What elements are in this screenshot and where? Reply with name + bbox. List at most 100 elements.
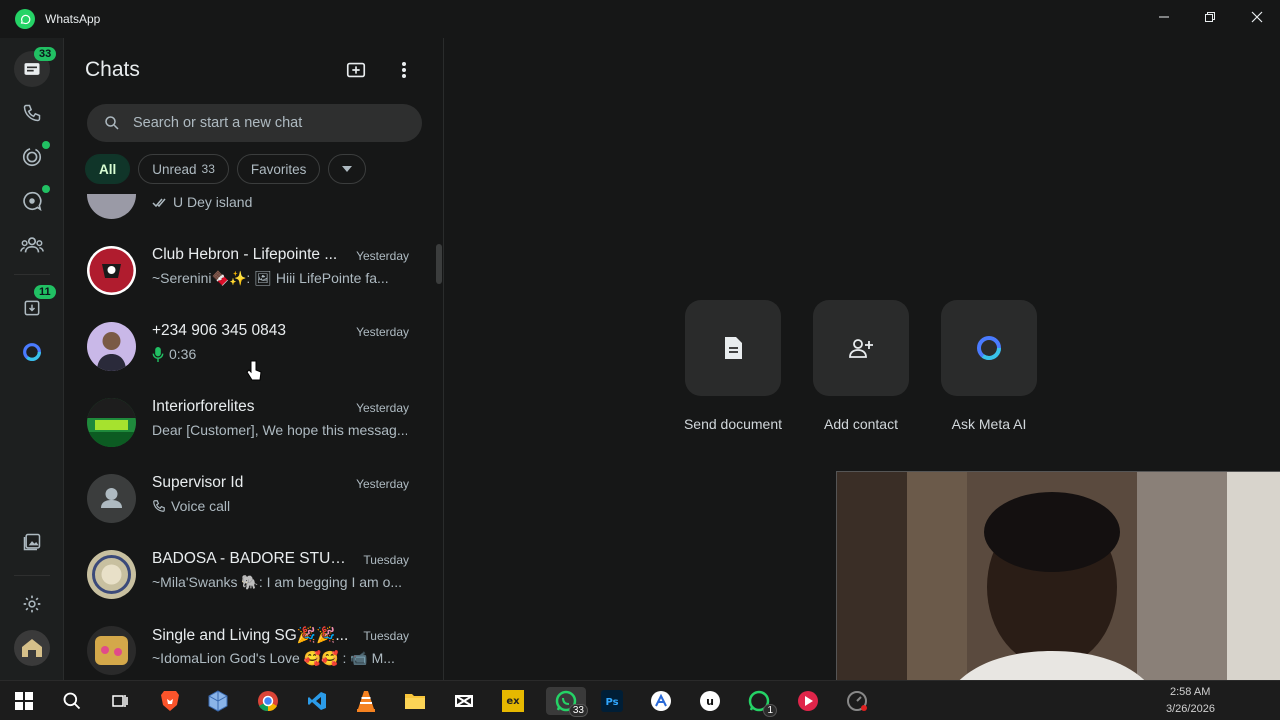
- filter-unread[interactable]: Unread 33: [138, 154, 229, 184]
- capcut-button[interactable]: [448, 687, 480, 715]
- menu-button[interactable]: [392, 58, 416, 82]
- avatar: [87, 550, 136, 599]
- filter-favorites[interactable]: Favorites: [236, 154, 321, 184]
- add-contact-label: Add contact: [824, 416, 898, 432]
- meta-ai-nav-button[interactable]: [14, 334, 50, 370]
- expressvpn-button[interactable]: ex: [497, 687, 529, 715]
- search-icon: [63, 692, 81, 710]
- app-a-icon: [651, 691, 671, 711]
- virtualbox-icon: [208, 690, 228, 712]
- vscode-icon: [308, 692, 326, 710]
- chat-row[interactable]: Club Hebron - Lifepointe ... Yesterday ~…: [65, 232, 437, 308]
- taskbar: ex 33 Ps u 1 2:58 AM 3/26/2026: [0, 680, 1280, 720]
- chrome-button[interactable]: [252, 687, 284, 715]
- new-chat-button[interactable]: [344, 58, 368, 82]
- start-button[interactable]: [8, 687, 40, 715]
- recorder-button[interactable]: [841, 687, 873, 715]
- task-view-icon: [112, 695, 128, 707]
- double-check-icon: [152, 198, 166, 207]
- chat-list: U Dey island Club Hebron - Lifepointe ..…: [65, 194, 443, 680]
- minimize-button[interactable]: [1141, 0, 1187, 34]
- chat-time: Tuesday: [363, 553, 409, 567]
- chat-name: Single and Living SG🎉🎉...: [152, 627, 349, 644]
- chats-unread-badge: 33: [34, 47, 57, 61]
- chat-preview: Dear [Customer], We hope this messag...: [152, 422, 407, 438]
- chat-name: BADOSA - BADORE STUDE...: [152, 550, 352, 567]
- brave-browser-button[interactable]: [154, 687, 186, 715]
- clock-time[interactable]: 2:58 AM: [1170, 686, 1210, 698]
- rail-divider: [14, 575, 50, 576]
- channels-icon: [23, 191, 42, 212]
- media-gallery-icon: [23, 533, 41, 551]
- rail-divider: [14, 274, 50, 275]
- unread-count: 33: [201, 162, 215, 176]
- filter-more-dropdown[interactable]: [328, 154, 367, 184]
- navigation-rail: 33 11: [0, 38, 64, 680]
- avatar: [87, 194, 136, 219]
- communities-icon: [20, 237, 44, 253]
- chat-name: Club Hebron - Lifepointe ...: [152, 246, 338, 263]
- avatar: [87, 474, 136, 523]
- close-button[interactable]: [1234, 0, 1280, 34]
- folder-icon: [405, 694, 425, 709]
- chat-row[interactable]: Supervisor Id Yesterday Voice call: [65, 460, 437, 536]
- whatsapp-taskbar-button[interactable]: 33: [546, 687, 588, 717]
- chat-preview: U Dey island: [152, 194, 407, 210]
- whatsapp-business-badge: 1: [763, 704, 777, 717]
- chat-list-scrollbar[interactable]: [436, 244, 442, 284]
- media-player-button[interactable]: [792, 687, 824, 715]
- virtualbox-button[interactable]: [202, 687, 234, 715]
- filter-all[interactable]: All: [85, 154, 131, 184]
- communities-nav-button[interactable]: [14, 227, 50, 263]
- chat-row[interactable]: BADOSA - BADORE STUDE... Tuesday ~Mila'S…: [65, 536, 437, 612]
- maximize-button[interactable]: [1187, 0, 1233, 34]
- play-icon: [798, 691, 818, 711]
- more-options-icon: [402, 62, 406, 78]
- clock-date[interactable]: 3/26/2026: [1166, 703, 1215, 715]
- send-document-button[interactable]: [685, 300, 781, 396]
- taskbar-search-button[interactable]: [56, 687, 88, 715]
- page-title: Chats: [85, 58, 140, 81]
- unreal-icon: u: [700, 691, 720, 711]
- ask-meta-ai-button[interactable]: [941, 300, 1037, 396]
- vscode-button[interactable]: [301, 687, 333, 715]
- chat-row[interactable]: Interiorforelites Yesterday Dear [Custom…: [65, 384, 437, 460]
- search-bar[interactable]: [87, 104, 422, 142]
- channels-new-dot: [42, 185, 50, 193]
- windows-icon: [15, 692, 33, 710]
- chat-time: Yesterday: [356, 325, 409, 339]
- add-contact-button[interactable]: [813, 300, 909, 396]
- avatar: [87, 246, 136, 295]
- profile-avatar[interactable]: [14, 630, 50, 666]
- status-icon: [22, 147, 42, 167]
- task-view-button[interactable]: [104, 687, 136, 715]
- meta-ai-icon: [977, 336, 1001, 360]
- chat-preview: Voice call: [152, 498, 407, 514]
- avatar: [87, 626, 136, 675]
- svg-text:ex: ex: [506, 696, 520, 707]
- vlc-button[interactable]: [350, 687, 382, 715]
- settings-nav-button[interactable]: [14, 586, 50, 622]
- whatsapp-business-button[interactable]: 1: [743, 687, 777, 717]
- calls-nav-button[interactable]: [14, 95, 50, 131]
- phone-icon: [23, 104, 41, 122]
- chat-name: Interiorforelites: [152, 398, 255, 415]
- media-nav-button[interactable]: [14, 524, 50, 560]
- file-explorer-button[interactable]: [399, 687, 431, 715]
- chat-row[interactable]: U Dey island: [65, 194, 437, 232]
- new-chat-icon: [346, 62, 366, 78]
- photoshop-button[interactable]: Ps: [596, 687, 628, 715]
- unreal-engine-button[interactable]: u: [694, 687, 726, 715]
- avatar: [87, 398, 136, 447]
- chevron-down-icon: [342, 166, 353, 172]
- title-bar: WhatsApp: [0, 0, 1280, 38]
- chat-time: Yesterday: [356, 401, 409, 415]
- search-input[interactable]: [133, 115, 413, 131]
- chat-name: +234 906 345 0843: [152, 322, 287, 339]
- chat-preview: 0:36: [152, 346, 407, 362]
- archive-icon: [24, 300, 40, 316]
- status-new-dot: [42, 141, 50, 149]
- app-store-button[interactable]: [645, 687, 677, 715]
- chat-row[interactable]: Single and Living SG🎉🎉... Tuesday ~Idoma…: [65, 612, 437, 680]
- avatar: [87, 322, 136, 371]
